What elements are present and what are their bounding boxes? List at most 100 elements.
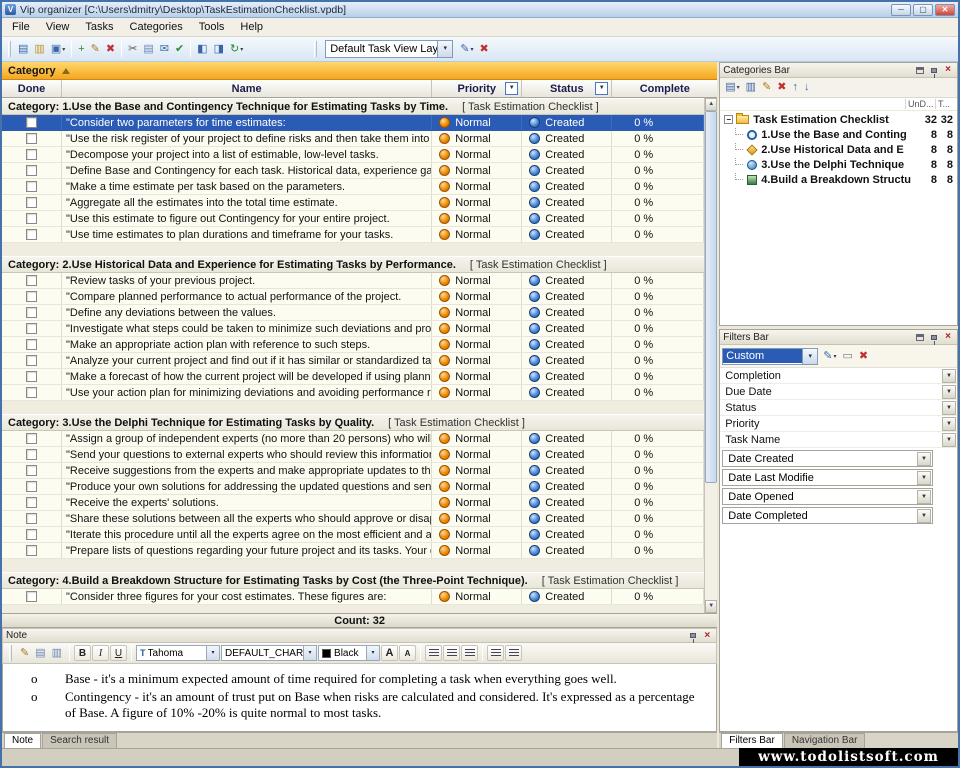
table-view-button[interactable]: ◧: [194, 40, 210, 58]
task-row[interactable]: "Consider two parameters for time estima…: [2, 115, 704, 131]
tree-node-4-build-a-breakdown-structu[interactable]: 4.Build a Breakdown Structu88: [720, 172, 957, 187]
close-icon[interactable]: ×: [701, 630, 713, 641]
cut-button[interactable]: ✂: [125, 40, 140, 58]
underline-button[interactable]: U: [110, 645, 127, 661]
group-by-header[interactable]: Category: [2, 62, 717, 80]
task-row[interactable]: "Make a time estimate per task based on …: [2, 179, 704, 195]
close-icon[interactable]: ×: [942, 332, 954, 343]
paste-note-button[interactable]: ▥: [49, 644, 65, 662]
float-window-icon[interactable]: [914, 332, 926, 343]
menu-view[interactable]: View: [38, 19, 78, 35]
task-row[interactable]: "Review tasks of your previous project.N…: [2, 273, 704, 289]
clear-filter-button[interactable]: ▭: [839, 347, 855, 365]
done-checkbox[interactable]: [26, 275, 37, 286]
done-checkbox[interactable]: [26, 291, 37, 302]
group-header[interactable]: Category: 1.Use the Base and Contingency…: [2, 98, 704, 115]
task-row[interactable]: "Make a forecast of how the current proj…: [2, 369, 704, 385]
close-button[interactable]: ✕: [935, 4, 955, 16]
pin-icon[interactable]: [928, 65, 940, 76]
note-tab-search-result[interactable]: Search result: [42, 733, 117, 748]
grow-font-button[interactable]: A: [381, 645, 398, 661]
copy-button[interactable]: ▤: [140, 40, 156, 58]
scroll-down-icon[interactable]: ▼: [705, 600, 717, 613]
done-checkbox[interactable]: [26, 371, 37, 382]
align-center-button[interactable]: [443, 645, 460, 661]
filter-combo-date-completed[interactable]: Date Completed▼: [722, 507, 933, 524]
done-checkbox[interactable]: [26, 323, 37, 334]
edit-note-button[interactable]: ✎: [17, 644, 32, 662]
collapse-toggle-icon[interactable]: −: [724, 115, 733, 124]
layout-combo[interactable]: Default Task View Layout ▾: [325, 40, 453, 58]
task-row[interactable]: "Produce your own solutions for addressi…: [2, 479, 704, 495]
edit-layout-button[interactable]: ✎▾: [457, 40, 476, 58]
chevron-down-icon[interactable]: ▼: [942, 401, 956, 415]
chevron-down-icon[interactable]: ▼: [917, 509, 931, 523]
task-row[interactable]: "Compare planned performance to actual p…: [2, 289, 704, 305]
spellcheck-button[interactable]: ✔: [172, 40, 187, 58]
done-checkbox[interactable]: [26, 497, 37, 508]
font-family-combo[interactable]: T Tahoma ▾: [136, 645, 220, 661]
chevron-down-icon[interactable]: ▼: [917, 471, 931, 485]
task-row[interactable]: "Define Base and Contingency for each ta…: [2, 163, 704, 179]
filter-row-completion[interactable]: Completion▼: [720, 368, 957, 384]
new-task-button[interactable]: +: [75, 40, 87, 58]
delete-category-button[interactable]: ✖: [774, 79, 789, 97]
edit-task-button[interactable]: ✎: [88, 40, 103, 58]
edit-category-button[interactable]: ✎: [759, 79, 774, 97]
task-row[interactable]: "Assign a group of independent experts (…: [2, 431, 704, 447]
done-checkbox[interactable]: [26, 545, 37, 556]
menu-help[interactable]: Help: [232, 19, 271, 35]
vertical-scrollbar[interactable]: ▲ ▼: [704, 98, 717, 613]
task-row[interactable]: "Make an appropriate action plan with re…: [2, 337, 704, 353]
menu-tasks[interactable]: Tasks: [77, 19, 121, 35]
task-row[interactable]: "Consider three figures for your cost es…: [2, 589, 704, 605]
done-checkbox[interactable]: [26, 133, 37, 144]
align-right-button[interactable]: [461, 645, 478, 661]
done-checkbox[interactable]: [26, 213, 37, 224]
task-row[interactable]: "Aggregate all the estimates into the to…: [2, 195, 704, 211]
column-header-priority[interactable]: Priority▼: [432, 80, 522, 97]
column-header-name[interactable]: Name: [62, 80, 432, 97]
done-checkbox[interactable]: [26, 591, 37, 602]
scroll-up-icon[interactable]: ▲: [705, 98, 717, 111]
maximize-button[interactable]: ▢: [913, 4, 933, 16]
task-row[interactable]: "Decompose your project into a list of e…: [2, 147, 704, 163]
sync-button[interactable]: ↻▾: [227, 40, 246, 58]
filter-row-task-name[interactable]: Task Name▼: [720, 432, 957, 448]
bullet-list-button[interactable]: [505, 645, 522, 661]
task-row[interactable]: "Use time estimates to plan durations an…: [2, 227, 704, 243]
task-row[interactable]: "Receive the experts' solutions.NormalCr…: [2, 495, 704, 511]
new-subcategory-button[interactable]: ▥: [743, 79, 759, 97]
scrollbar-thumb[interactable]: [705, 111, 717, 483]
note-tab-note[interactable]: Note: [4, 733, 41, 748]
filter-dropdown-icon[interactable]: ▼: [595, 82, 608, 95]
done-checkbox[interactable]: [26, 339, 37, 350]
menu-categories[interactable]: Categories: [122, 19, 191, 35]
scrollbar-track[interactable]: [705, 111, 717, 600]
pin-icon[interactable]: [928, 332, 940, 343]
save-button[interactable]: ▣▾: [48, 40, 68, 58]
done-checkbox[interactable]: [26, 387, 37, 398]
filter-preset-combo[interactable]: Custom ▾: [722, 348, 818, 365]
delete-layout-button[interactable]: ✖: [476, 40, 491, 58]
group-header[interactable]: Category: 4.Build a Breakdown Structure …: [2, 572, 704, 589]
numbered-list-button[interactable]: [487, 645, 504, 661]
filter-dropdown-icon[interactable]: ▼: [505, 82, 518, 95]
delete-task-button[interactable]: ✖: [103, 40, 118, 58]
done-checkbox[interactable]: [26, 117, 37, 128]
tree-column-total[interactable]: T...: [935, 99, 957, 109]
tree-node-3-use-the-delphi-technique[interactable]: 3.Use the Delphi Technique88: [720, 157, 957, 172]
categories-bar-title[interactable]: Categories Bar ×: [720, 63, 957, 78]
toolbar-grip[interactable]: [8, 41, 11, 57]
minimize-button[interactable]: ─: [891, 4, 911, 16]
task-row[interactable]: "Use the risk register of your project t…: [2, 131, 704, 147]
sidebar-tab-navigation-bar[interactable]: Navigation Bar: [784, 733, 866, 748]
done-checkbox[interactable]: [26, 513, 37, 524]
filter-row-status[interactable]: Status▼: [720, 400, 957, 416]
note-panel-title[interactable]: Note ×: [2, 628, 717, 643]
filter-combo-date-last-modifie[interactable]: Date Last Modifie▼: [722, 469, 933, 486]
chevron-down-icon[interactable]: ▼: [942, 385, 956, 399]
filter-row-priority[interactable]: Priority▼: [720, 416, 957, 432]
chevron-down-icon[interactable]: ▼: [942, 417, 956, 431]
task-row[interactable]: "Prepare lists of questions regarding yo…: [2, 543, 704, 559]
